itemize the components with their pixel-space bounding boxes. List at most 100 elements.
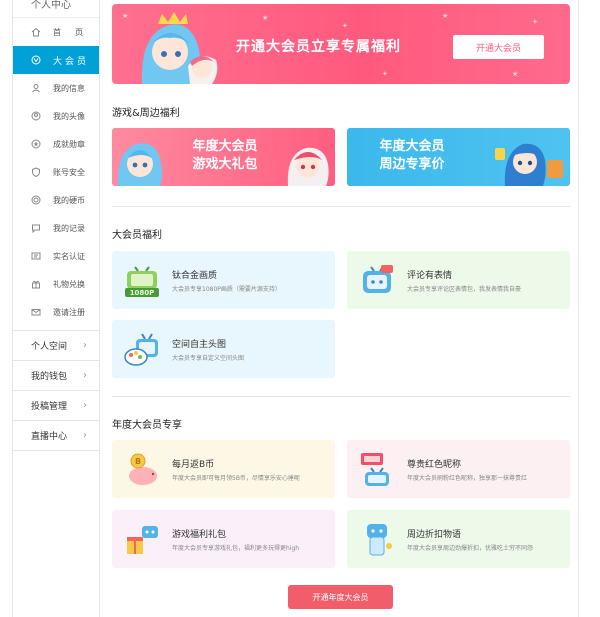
sidebar-group-label: 投稿管理 — [31, 402, 68, 412]
sidebar-item-verify[interactable]: 实名认证 — [13, 242, 99, 270]
open-vip-button[interactable]: 开通大会员 — [453, 35, 544, 59]
medal-icon — [31, 139, 41, 149]
sidebar-group-wallet[interactable]: 我的钱包 › — [13, 360, 99, 390]
palette-tv-icon — [124, 333, 158, 366]
sidebar-item-label: 首页 — [53, 27, 97, 37]
card-desc: 大会员专享评论区表情包，我发表情我自豪 — [407, 286, 522, 293]
sidebar-group-label: 直播中心 — [31, 432, 68, 442]
star-decoration: ★ — [512, 70, 519, 78]
card-title: 钛合金画质 — [172, 271, 218, 281]
star-decoration: ★ — [122, 12, 129, 20]
card-desc: 年度大会员刷粉红色昵称，独享那一抹尊贵红 — [407, 475, 528, 482]
id-card-icon — [31, 251, 41, 261]
sidebar-groups: 个人空间 › 我的钱包 › 投稿管理 › 直播中心 › — [13, 330, 99, 451]
gift-icon — [31, 279, 41, 289]
promo-game-gift[interactable]: 年度大会员 游戏大礼包 — [112, 128, 335, 186]
promo-text: 年度大会员 游戏大礼包 — [170, 138, 280, 174]
card-title: 评论有表情 — [407, 271, 453, 281]
annual-card-bcoin[interactable]: B 每月返B币 年度大会员即可每月领5B币，尽情享乐安心捶呢 — [112, 440, 335, 498]
sidebar-group-label: 我的钱包 — [31, 372, 68, 382]
card-title: 空间自主头图 — [172, 340, 227, 350]
sidebar-item-label: 我的头像 — [53, 111, 85, 121]
vip-banner: ★ ★ ✦ ★ ✦ ★ ✦ 开通大会员立享专属福利 开通大会员 — [112, 4, 570, 84]
record-icon — [31, 223, 41, 233]
sidebar-item-label: 邀请注册 — [53, 307, 85, 317]
svg-text:B: B — [135, 457, 141, 466]
coin-icon — [31, 195, 41, 205]
sidebar: 个人中心 首页 大会员 我的信息 我的头像 成就勋章 账号安全 我的硬币 我的记… — [12, 0, 100, 617]
annual-card-game-gift[interactable]: 游戏福利礼包 年度大会员专享游戏礼包，福利更多玩得更high — [112, 510, 335, 568]
sidebar-item-label: 我的记录 — [53, 223, 85, 233]
banner-title: 开通大会员立享专属福利 — [236, 39, 401, 55]
sidebar-item-label: 账号安全 — [53, 167, 85, 177]
promo-line2: 游戏大礼包 — [192, 157, 258, 172]
mascot-illustration — [287, 147, 329, 186]
star-decoration: ✦ — [342, 22, 348, 30]
user-info-icon — [31, 83, 41, 93]
section-title-games: 游戏&周边福利 — [112, 108, 180, 119]
sidebar-item-invite[interactable]: 邀请注册 — [13, 298, 99, 326]
shield-icon — [31, 167, 41, 177]
sidebar-item-gift[interactable]: 礼物兑换 — [13, 270, 99, 298]
card-desc: 年度大会员专享游戏礼包，福利更多玩得更high — [172, 545, 300, 552]
sidebar-group-label: 个人空间 — [31, 342, 68, 352]
piggy-bank-icon: B — [129, 453, 157, 485]
annual-card-red-name[interactable]: 尊贵红色昵称 年度大会员刷粉红色昵称，独享那一抹尊贵红 — [347, 440, 570, 498]
sidebar-item-vip[interactable]: 大会员 — [13, 46, 99, 74]
home-icon — [31, 27, 41, 37]
chevron-right-icon: › — [83, 340, 87, 351]
sidebar-item-coins[interactable]: 我的硬币 — [13, 186, 99, 214]
benefit-card-emoji[interactable]: 评论有表情 大会员专享评论区表情包，我发表情我自豪 — [347, 251, 570, 309]
sidebar-item-label: 大会员 — [53, 56, 90, 67]
sidebar-item-info[interactable]: 我的信息 — [13, 74, 99, 102]
sidebar-item-avatar[interactable]: 我的头像 — [13, 102, 99, 130]
sidebar-title: 个人中心 — [13, 0, 99, 18]
promo-text: 年度大会员 周边专享价 — [357, 138, 467, 174]
annual-card-merch[interactable]: 周边折扣物语 年度大会员享周边劲爆折扣，优雅吃土穷不同怨 — [347, 510, 570, 568]
mascot-illustration — [495, 143, 563, 186]
svg-text:1080P: 1080P — [130, 289, 155, 297]
mascot-illustration — [141, 12, 218, 84]
chevron-right-icon: › — [83, 370, 87, 381]
sidebar-group-space[interactable]: 个人空间 › — [13, 330, 99, 360]
promo-line1: 年度大会员 — [192, 139, 258, 154]
card-title: 尊贵红色昵称 — [407, 460, 462, 470]
card-desc: 年度大会员即可每月领5B币，尽情享乐安心捶呢 — [172, 475, 300, 482]
section-title-vip-benefits: 大会员福利 — [112, 230, 162, 241]
mascot-illustration — [117, 143, 162, 186]
card-title: 每月返B币 — [172, 460, 215, 470]
sidebar-item-label: 我的硬币 — [53, 195, 85, 205]
divider — [112, 396, 570, 397]
chevron-right-icon: › — [83, 400, 87, 411]
card-desc: 大会员专享自定义空间头图 — [172, 355, 245, 362]
page-scroll-edge — [578, 0, 582, 617]
vip-icon — [31, 55, 41, 65]
chevron-right-icon: › — [83, 430, 87, 441]
avatar-icon — [31, 111, 41, 121]
star-decoration: ✦ — [532, 18, 538, 26]
sidebar-group-upload[interactable]: 投稿管理 › — [13, 390, 99, 420]
benefit-card-header-image[interactable]: 空间自主头图 大会员专享自定义空间头图 — [112, 320, 335, 378]
sidebar-item-records[interactable]: 我的记录 — [13, 214, 99, 242]
section-title-annual: 年度大会员专享 — [112, 420, 182, 431]
promo-merch-price[interactable]: 年度大会员 周边专享价 — [347, 128, 570, 186]
promo-line2: 周边专享价 — [379, 157, 445, 172]
sidebar-group-live[interactable]: 直播中心 › — [13, 420, 99, 450]
open-annual-vip-button[interactable]: 开通年度大会员 — [288, 585, 393, 609]
divider — [112, 206, 570, 207]
card-desc: 大会员专享1080P画质（需要片源支持） — [172, 286, 281, 293]
game-gift-icon — [127, 526, 158, 554]
star-decoration: ★ — [262, 14, 269, 22]
sidebar-item-medal[interactable]: 成就勋章 — [13, 130, 99, 158]
sidebar-item-label: 礼物兑换 — [53, 279, 85, 289]
sidebar-item-label: 我的信息 — [53, 83, 85, 93]
sidebar-item-security[interactable]: 账号安全 — [13, 158, 99, 186]
sidebar-item-home[interactable]: 首页 — [13, 18, 99, 46]
star-decoration: ✦ — [382, 70, 388, 78]
card-title: 游戏福利礼包 — [172, 530, 227, 540]
tv-1080p-icon: 1080P — [125, 266, 159, 297]
card-title: 周边折扣物语 — [407, 530, 462, 540]
emoji-tv-icon — [363, 265, 393, 293]
sidebar-item-label: 实名认证 — [53, 251, 85, 261]
benefit-card-1080p[interactable]: 1080P 钛合金画质 大会员专享1080P画质（需要片源支持） — [112, 251, 335, 309]
